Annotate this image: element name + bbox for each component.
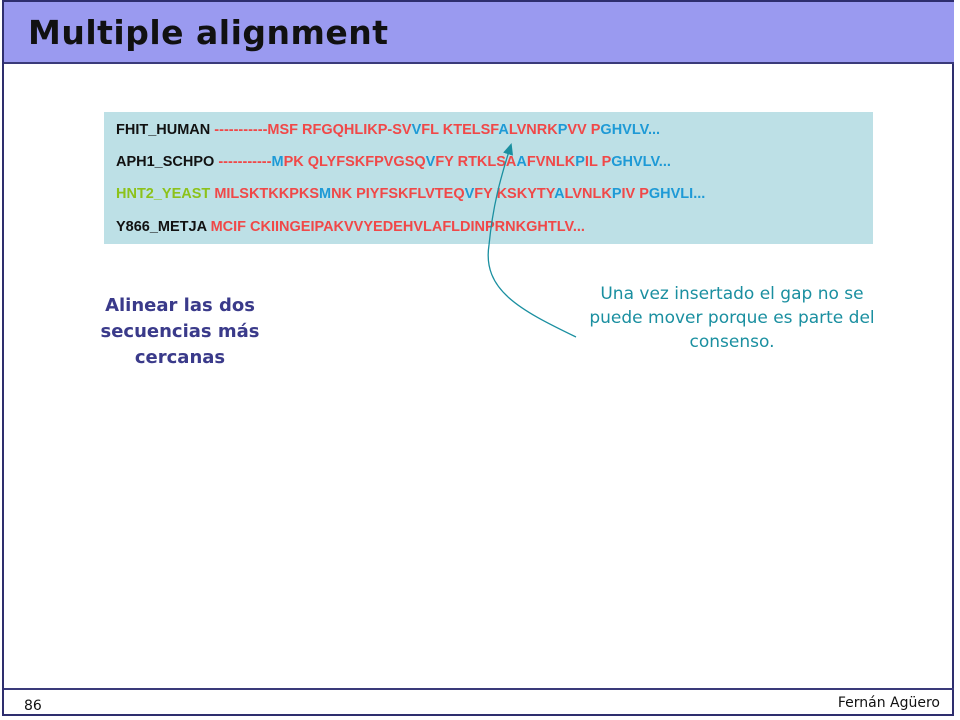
gap-arrow [487,143,577,338]
arrow-line [487,143,577,338]
page-number: 86 [24,698,42,714]
footer-divider [4,688,954,690]
author-name: Fernán Agüero [837,695,940,711]
